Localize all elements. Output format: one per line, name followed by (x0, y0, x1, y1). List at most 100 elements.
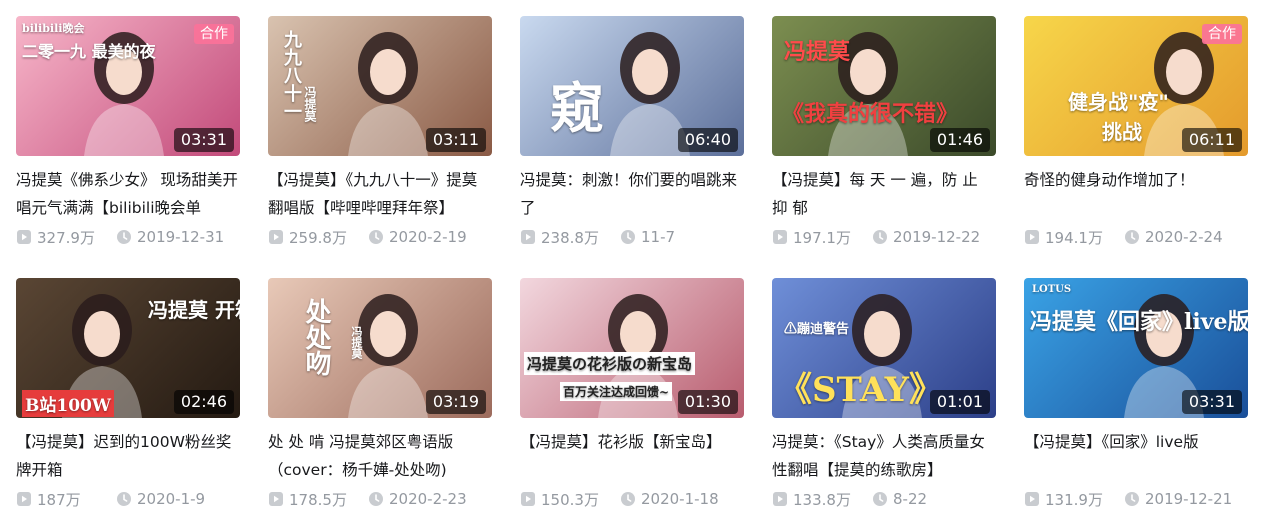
video-thumbnail[interactable]: 冯提莫《回家》live版 LOTUS 03:31 (1024, 278, 1248, 418)
clock-icon (369, 492, 383, 506)
thumbnail-overlay-text: 二零一九 最美的夜 (22, 42, 156, 61)
video-meta: 150.3万 2020-1-18 (520, 489, 744, 509)
thumbnail-caption-text: 冯提莫 (350, 326, 363, 359)
video-card[interactable]: 《STAY》 ⚠蹦迪警告 01:01 冯提莫：《Stay》人类高质量女性翻唱【提莫… (772, 278, 996, 524)
publish-date: 2020-2-19 (389, 228, 467, 246)
video-meta: 187万 2020-1-9 (16, 489, 240, 509)
thumbnail-overlay-text: 窥 (550, 76, 604, 140)
video-card[interactable]: 处处吻 冯提莫 03:19 处 处 啃 冯提莫郊区粤语版（cover：杨千嬅-处处… (268, 278, 492, 524)
thumbnail-overlay-text: 健身战"疫" (1068, 90, 1169, 114)
video-meta: 238.8万 11-7 (520, 227, 744, 247)
video-thumbnail[interactable]: 九九八十一 冯提莫 03:11 (268, 16, 492, 156)
video-card[interactable]: 二零一九 最美的夜 bilibili晚会 合作 03:31 冯提莫《佛系少女》 现… (16, 16, 240, 262)
video-title[interactable]: 冯提莫：《Stay》人类高质量女性翻唱【提莫的练歌房】 (772, 428, 996, 484)
clock-icon (873, 492, 887, 506)
play-count-icon (773, 230, 787, 244)
video-title[interactable]: 冯提莫：刺激！你们要的唱跳来了 (520, 166, 744, 222)
video-thumbnail[interactable]: 二零一九 最美的夜 bilibili晚会 合作 03:31 (16, 16, 240, 156)
publish-date: 11-7 (641, 228, 676, 246)
video-thumbnail[interactable]: 窥 06:40 (520, 16, 744, 156)
video-title[interactable]: 【冯提莫】《回家》live版 (1024, 428, 1248, 484)
video-title[interactable]: 【冯提莫】花衫版【新宝岛】 (520, 428, 744, 484)
publish-date: 8-22 (893, 490, 928, 508)
play-count-icon (521, 230, 535, 244)
video-duration: 01:30 (677, 390, 738, 414)
play-count-icon (1025, 230, 1039, 244)
view-count: 194.1万 (1045, 228, 1103, 247)
clock-icon (621, 230, 635, 244)
video-duration: 03:19 (425, 390, 486, 414)
video-meta: 327.9万 2019-12-31 (16, 227, 240, 247)
clock-icon (117, 230, 131, 244)
play-count-icon (773, 492, 787, 506)
thumbnail-overlay-text: 九九八十一 (281, 30, 302, 120)
play-count-icon (17, 492, 31, 506)
publish-date: 2020-2-24 (1145, 228, 1223, 246)
video-thumbnail[interactable]: 《我真的很不错》 冯提莫 01:46 (772, 16, 996, 156)
play-count-icon (521, 492, 535, 506)
view-count: 150.3万 (541, 490, 599, 509)
video-thumbnail[interactable]: 冯提莫 开箱 B站100W 02:46 (16, 278, 240, 418)
video-card[interactable]: 冯提莫《回家》live版 LOTUS 03:31 【冯提莫】《回家》live版 1… (1024, 278, 1248, 524)
video-duration: 01:01 (929, 390, 990, 414)
video-card[interactable]: 冯提莫 开箱 B站100W 02:46 【冯提莫】迟到的100W粉丝奖牌开箱 18… (16, 278, 240, 524)
video-title[interactable]: 【冯提莫】迟到的100W粉丝奖牌开箱 (16, 428, 240, 484)
view-count: 327.9万 (37, 228, 95, 247)
clock-icon (117, 492, 131, 506)
thumbnail-caption-text: 挑战 (1102, 120, 1142, 144)
clock-icon (621, 492, 635, 506)
view-count: 133.8万 (793, 490, 851, 509)
thumbnail-overlay-text: 《STAY》 (778, 370, 943, 410)
view-count: 238.8万 (541, 228, 599, 247)
publish-date: 2020-1-18 (641, 490, 719, 508)
video-title[interactable]: 【冯提莫】每 天 一 遍，防 止 抑 郁 (772, 166, 996, 222)
video-card[interactable]: 《我真的很不错》 冯提莫 01:46 【冯提莫】每 天 一 遍，防 止 抑 郁 1… (772, 16, 996, 262)
thumbnail-overlay-text: 冯提莫の花衫版の新宝岛 (524, 352, 696, 375)
video-card[interactable]: 健身战"疫" 挑战 合作 06:11 奇怪的健身动作增加了！ 194.1万 202… (1024, 16, 1248, 262)
view-count: 259.8万 (289, 228, 347, 247)
play-count-icon (17, 230, 31, 244)
publish-date: 2020-1-9 (137, 490, 206, 508)
clock-icon (1125, 230, 1139, 244)
thumbnail-overlay-text: 冯提莫《回家》live版 (1030, 309, 1248, 335)
thumbnail-caption-text: LOTUS (1032, 284, 1072, 295)
video-meta: 133.8万 8-22 (772, 489, 996, 509)
video-grid: 二零一九 最美的夜 bilibili晚会 合作 03:31 冯提莫《佛系少女》 现… (16, 16, 1252, 524)
clock-icon (1125, 492, 1139, 506)
video-title[interactable]: 【冯提莫】《九九八十一》提莫翻唱版【哔哩哔哩拜年祭】 (268, 166, 492, 222)
thumbnail-caption-text: ⚠蹦迪警告 (784, 322, 850, 337)
view-count: 197.1万 (793, 228, 851, 247)
video-thumbnail[interactable]: 冯提莫の花衫版の新宝岛百万关注达成回馈~ 01:30 (520, 278, 744, 418)
view-count: 187万 (37, 490, 81, 509)
play-count-icon (269, 230, 283, 244)
video-meta: 178.5万 2020-2-23 (268, 489, 492, 509)
video-card[interactable]: 冯提莫の花衫版の新宝岛百万关注达成回馈~ 01:30 【冯提莫】花衫版【新宝岛】… (520, 278, 744, 524)
video-thumbnail[interactable]: 处处吻 冯提莫 03:19 (268, 278, 492, 418)
video-meta: 131.9万 2019-12-21 (1024, 489, 1248, 509)
collab-badge: 合作 (194, 24, 234, 44)
thumbnail-overlay-text: 冯提莫 开箱 (148, 298, 240, 322)
video-duration: 01:46 (929, 128, 990, 152)
video-duration: 02:46 (173, 390, 234, 414)
thumbnail-caption-text: 百万关注达成回馈~ (560, 382, 673, 401)
thumbnail-overlay-text: 处处吻 (301, 298, 331, 376)
publish-date: 2019-12-22 (893, 228, 981, 246)
thumbnail-caption-text: 冯提莫 (303, 86, 317, 122)
video-card[interactable]: 窥 06:40 冯提莫：刺激！你们要的唱跳来了 238.8万 11-7 (520, 16, 744, 262)
video-thumbnail[interactable]: 健身战"疫" 挑战 合作 06:11 (1024, 16, 1248, 156)
clock-icon (369, 230, 383, 244)
thumbnail-caption-text: B站100W (22, 390, 114, 417)
video-card[interactable]: 九九八十一 冯提莫 03:11 【冯提莫】《九九八十一》提莫翻唱版【哔哩哔哩拜年祭… (268, 16, 492, 262)
publish-date: 2019-12-31 (137, 228, 225, 246)
thumbnail-overlay-text: 《我真的很不错》 (782, 101, 959, 127)
play-count-icon (1025, 492, 1039, 506)
video-duration: 03:31 (1181, 390, 1242, 414)
thumbnail-caption-text: 冯提莫 (784, 39, 851, 65)
video-title[interactable]: 冯提莫《佛系少女》 现场甜美开唱元气满满【bilibili晚会单 (16, 166, 240, 222)
publish-date: 2019-12-21 (1145, 490, 1233, 508)
video-title[interactable]: 处 处 啃 冯提莫郊区粤语版（cover：杨千嬅-处处吻) (268, 428, 492, 484)
thumbnail-caption-text: bilibili晚会 (22, 22, 85, 35)
video-title[interactable]: 奇怪的健身动作增加了！ (1024, 166, 1248, 222)
video-thumbnail[interactable]: 《STAY》 ⚠蹦迪警告 01:01 (772, 278, 996, 418)
video-duration: 03:11 (425, 128, 486, 152)
